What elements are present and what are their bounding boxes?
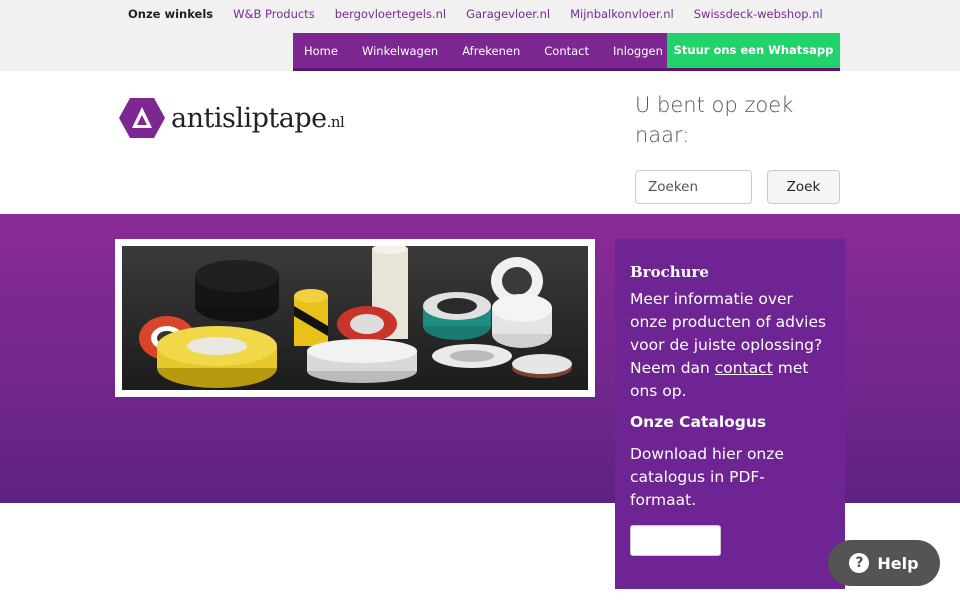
nav-winkelwagen[interactable]: Winkelwagen — [350, 34, 450, 68]
brochure-text: Meer informatie over onze producten of a… — [630, 288, 830, 403]
stores-label: Onze winkels — [128, 7, 214, 21]
logo-name: antisliptape — [171, 102, 327, 134]
nav-home[interactable]: Home — [293, 34, 350, 68]
search-input[interactable] — [635, 170, 752, 204]
store-link-swissdeck[interactable]: Swissdeck-webshop.nl — [694, 7, 823, 21]
help-label: Help — [877, 553, 919, 573]
hero-image — [122, 246, 588, 390]
help-button[interactable]: ? Help — [828, 540, 940, 586]
catalogue-title: Onze Catalogus — [630, 413, 767, 431]
brochure-title: Brochure — [630, 263, 709, 281]
store-link-wb-products[interactable]: W&B Products — [233, 7, 315, 21]
nav-inloggen[interactable]: Inloggen — [601, 34, 675, 68]
hero-image-frame — [115, 239, 595, 397]
nav-contact[interactable]: Contact — [532, 34, 601, 68]
question-icon: ? — [849, 553, 870, 573]
store-link-garagevloer[interactable]: Garagevloer.nl — [466, 7, 550, 21]
main-nav: Home Winkelwagen Afrekenen Contact Inlog… — [293, 33, 840, 71]
catalogue-text: Download hier onze catalogus in PDF-form… — [630, 445, 784, 509]
search-button[interactable]: Zoek — [767, 170, 840, 204]
download-button[interactable]: Download — [630, 525, 721, 556]
store-link-mijnbalkonvloer[interactable]: Mijnbalkonvloer.nl — [570, 7, 674, 21]
contact-link[interactable]: contact — [715, 359, 773, 377]
logo-mark-icon — [119, 98, 165, 138]
site-logo[interactable]: antisliptape.nl — [119, 98, 345, 138]
top-bar: Onze winkels W&B Products bergovloertege… — [0, 0, 960, 71]
whatsapp-button[interactable]: Stuur ons een Whatsapp — [667, 33, 840, 68]
nav-afrekenen[interactable]: Afrekenen — [450, 34, 532, 68]
logo-text: antisliptape.nl — [171, 102, 345, 134]
search-title: U bent op zoek naar: — [635, 93, 794, 147]
store-link-bergovloertegels[interactable]: bergovloertegels.nl — [335, 7, 446, 21]
logo-tld: .nl — [326, 112, 345, 131]
store-links: Onze winkels W&B Products bergovloertege… — [128, 7, 843, 21]
tape-rolls-illustration — [122, 246, 588, 390]
sidebar: Brochure Meer informatie over onze produ… — [615, 239, 845, 589]
